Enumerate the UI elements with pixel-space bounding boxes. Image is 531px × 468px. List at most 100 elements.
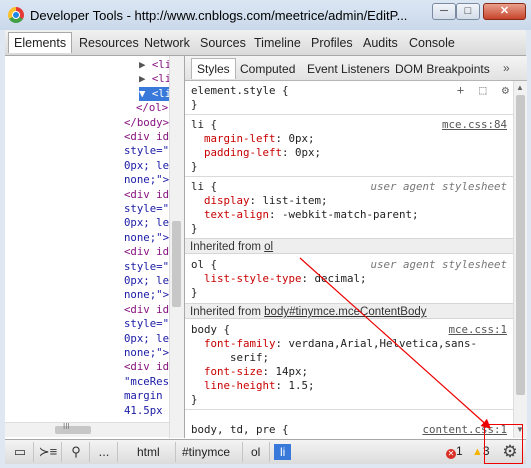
dom-tree-node[interactable]: </body> bbox=[124, 116, 169, 130]
inherited-header: Inherited from ol bbox=[185, 238, 513, 254]
breadcrumb-html[interactable]: html bbox=[137, 444, 160, 460]
dom-tree-node[interactable]: ▶ <li bbox=[139, 72, 169, 86]
dom-tree-node[interactable]: 0px; le bbox=[124, 274, 169, 288]
tab-resources[interactable]: Resources bbox=[79, 36, 139, 50]
tab-console[interactable]: Console bbox=[409, 36, 455, 50]
dom-tree-node[interactable]: <div id bbox=[124, 130, 169, 144]
dom-tree-node[interactable]: 41.5px bbox=[124, 404, 163, 418]
dom-tree-node-text: none;"> bbox=[124, 230, 169, 244]
tab-network[interactable]: Network bbox=[144, 36, 190, 50]
minimize-button[interactable]: ─ bbox=[432, 3, 456, 20]
settings-gear-icon[interactable]: ⚙ bbox=[502, 83, 509, 97]
scroll-up-arrow-icon[interactable]: ▲ bbox=[516, 83, 524, 92]
window-title-bar: Developer Tools - http://www.cnblogs.com… bbox=[0, 0, 531, 30]
tab-sources[interactable]: Sources bbox=[200, 36, 246, 50]
dom-tree-node[interactable]: ▶ <li bbox=[139, 58, 169, 72]
add-rule-icon[interactable]: + bbox=[457, 83, 464, 97]
property-value: verdana,Arial,Helvetica,sans- bbox=[288, 337, 478, 350]
style-property[interactable]: list-style-type: decimal; bbox=[191, 272, 367, 286]
dom-tree-horizontal-scrollbar[interactable] bbox=[5, 422, 169, 437]
annotation-highlight-box bbox=[484, 424, 523, 464]
tab-elements[interactable]: Elements bbox=[8, 32, 73, 53]
dom-tree-node[interactable]: style=" bbox=[124, 260, 169, 274]
breadcrumb-ellipsis[interactable]: ... bbox=[91, 442, 118, 462]
expand-arrow-icon[interactable]: ▶ bbox=[139, 58, 152, 71]
dom-tree-node[interactable]: <div id bbox=[124, 360, 169, 374]
dom-tree-node[interactable]: none;"> bbox=[124, 346, 169, 360]
tab-audits[interactable]: Audits bbox=[363, 36, 398, 50]
error-count[interactable]: ✕ 1 bbox=[446, 444, 463, 459]
property-name: text-align bbox=[204, 208, 270, 221]
dom-tree-node[interactable]: none;"> bbox=[124, 231, 169, 245]
rule-selector[interactable]: li { bbox=[191, 118, 217, 132]
styles-pane: element.style { + ⬚ ⚙ } li { mce.css:84 … bbox=[185, 81, 513, 437]
dom-tree-node[interactable]: style=" bbox=[124, 317, 169, 331]
inherited-prefix: Inherited from bbox=[190, 306, 261, 318]
inherited-target-link[interactable]: body#tinymce.mceContentBody bbox=[264, 306, 426, 318]
dom-tree-node[interactable]: "mceRes bbox=[124, 375, 169, 389]
style-property[interactable]: text-align: -webkit-match-parent; bbox=[191, 208, 419, 222]
element-state-icon[interactable]: ⬚ bbox=[479, 83, 486, 97]
tab-styles[interactable]: Styles bbox=[191, 58, 236, 79]
dom-tree-node[interactable]: <div id bbox=[124, 188, 169, 202]
inherited-target-link[interactable]: ol bbox=[264, 241, 273, 253]
dom-tree-node-text: "mceRes bbox=[124, 374, 169, 388]
dom-tree-node[interactable]: margin bbox=[124, 389, 163, 403]
rule-selector[interactable]: li { bbox=[191, 180, 217, 194]
dom-tree-hscroll-thumb[interactable] bbox=[55, 426, 91, 434]
tab-dom-breakpoints[interactable]: DOM Breakpoints bbox=[395, 62, 490, 76]
more-tabs-chevron-icon[interactable]: » bbox=[503, 61, 510, 75]
rule-origin-link[interactable]: mce.css:1 bbox=[448, 323, 507, 337]
dom-tree-node[interactable]: none;"> bbox=[124, 173, 169, 187]
rule-selector[interactable]: body, td, pre { bbox=[191, 423, 289, 437]
style-property[interactable]: font-size: 14px; bbox=[191, 365, 308, 379]
dom-tree-scroll-thumb[interactable] bbox=[172, 221, 181, 307]
dom-tree-node[interactable]: <div id bbox=[124, 303, 169, 317]
dom-tree-node[interactable]: 0px; le bbox=[124, 159, 169, 173]
dock-icon[interactable]: ▭ bbox=[7, 442, 34, 462]
rule-close: } bbox=[191, 222, 198, 235]
main-tab-bar: Elements Resources Network Sources Timel… bbox=[5, 30, 526, 56]
tab-computed[interactable]: Computed bbox=[240, 62, 295, 76]
dom-tree-node-text: <div id bbox=[124, 245, 169, 259]
breadcrumb-tinymce[interactable]: #tinymce bbox=[182, 444, 230, 460]
tab-event-listeners[interactable]: Event Listeners bbox=[307, 62, 390, 76]
console-drawer-icon[interactable]: ≻≡ bbox=[35, 442, 62, 462]
dom-tree-node[interactable]: 0px; le bbox=[124, 332, 169, 346]
dom-tree-vertical-scrollbar[interactable] bbox=[169, 56, 184, 438]
dom-tree-node[interactable]: 0px; le bbox=[124, 216, 169, 230]
dom-tree-node[interactable]: style=" bbox=[124, 202, 169, 216]
search-icon[interactable]: ⚲ bbox=[63, 442, 90, 462]
dom-tree-node[interactable]: </ol> bbox=[136, 101, 168, 115]
element-style-selector[interactable]: element.style { bbox=[191, 84, 289, 98]
close-button[interactable]: ✕ bbox=[483, 3, 526, 20]
style-property[interactable]: padding-left: 0px; bbox=[191, 146, 321, 160]
styles-vertical-scrollbar[interactable]: ▲ ▼ bbox=[513, 81, 527, 438]
dom-tree-node[interactable]: style=" bbox=[124, 144, 169, 158]
style-property[interactable]: font-family: verdana,Arial,Helvetica,san… bbox=[191, 337, 477, 351]
dom-tree-node[interactable]: none;"> bbox=[124, 288, 169, 302]
tab-timeline[interactable]: Timeline bbox=[254, 36, 301, 50]
style-property[interactable]: margin-left: 0px; bbox=[191, 132, 315, 146]
styles-scroll-thumb[interactable] bbox=[516, 95, 525, 395]
dom-tree[interactable]: ▶ <li ▶ <li ▼ <li </ol> </body> <div id style=… bbox=[5, 56, 169, 438]
error-icon: ✕ bbox=[446, 449, 456, 459]
breadcrumb-li[interactable]: li bbox=[274, 444, 292, 460]
dom-tree-node[interactable]: ▼ <li bbox=[139, 86, 169, 101]
rule-selector[interactable]: body { bbox=[191, 323, 230, 337]
maximize-button[interactable]: □ bbox=[456, 3, 480, 20]
dom-tree-node[interactable]: <div id bbox=[124, 245, 169, 259]
tab-profiles[interactable]: Profiles bbox=[311, 36, 353, 50]
element-style-close: } bbox=[191, 98, 198, 111]
style-property[interactable]: display: list-item; bbox=[191, 194, 328, 208]
breadcrumb-ol[interactable]: ol bbox=[251, 444, 260, 460]
style-property[interactable]: line-height: 1.5; bbox=[191, 379, 315, 393]
property-value: decimal; bbox=[314, 272, 367, 285]
expand-arrow-icon[interactable]: ▶ bbox=[139, 72, 152, 85]
collapse-arrow-icon[interactable]: ▼ bbox=[139, 87, 152, 100]
rule-origin-link[interactable]: mce.css:84 bbox=[442, 118, 507, 132]
hscroll-grip: III bbox=[63, 422, 70, 431]
styles-sidebar: Styles Computed Event Listeners DOM Brea… bbox=[184, 56, 527, 438]
dom-tree-node-text: style=" bbox=[124, 259, 169, 273]
rule-selector[interactable]: ol { bbox=[191, 258, 217, 272]
